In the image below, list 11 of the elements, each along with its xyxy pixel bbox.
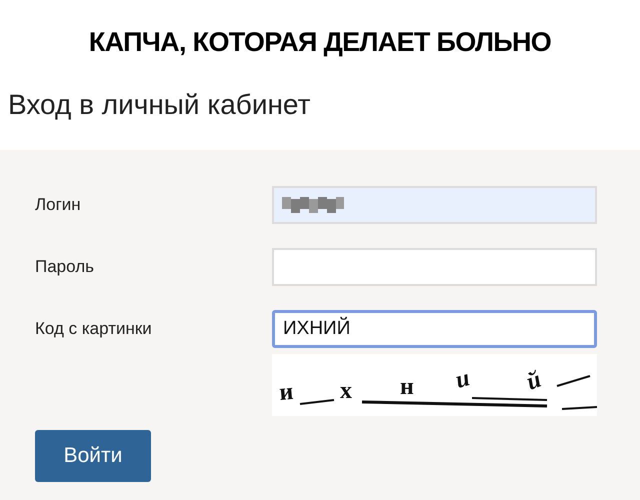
field-label: Код с картинки (35, 318, 153, 340)
field-label: Логин (35, 194, 82, 216)
password-field[interactable] (272, 248, 597, 286)
input-field[interactable]: ИХНИЙ (272, 310, 597, 348)
login-field[interactable] (272, 186, 597, 224)
caption: КАПЧА, КОТОРАЯ ДЕЛАЕТ БОЛЬНО (88, 26, 552, 59)
login-button[interactable]: Войти (35, 430, 151, 482)
captcha-image: и х н и й (272, 354, 597, 416)
blurred-value-icon (282, 197, 344, 213)
field-label: Пароль (35, 256, 95, 278)
page-title: Вход в личный кабинет (8, 88, 310, 122)
